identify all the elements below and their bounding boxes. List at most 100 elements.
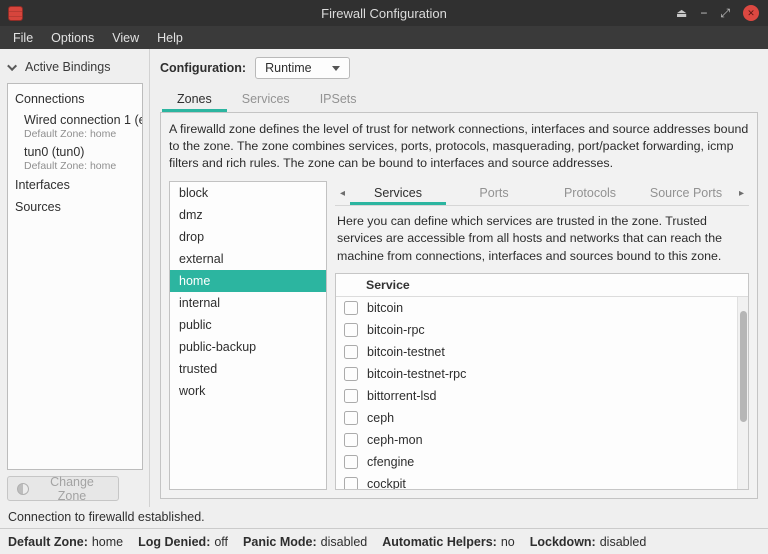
zone-row[interactable]: trusted [170, 358, 326, 380]
connection-default-zone: Default Zone: home [24, 160, 142, 172]
zone-list: block dmz drop external home internal pu… [169, 181, 327, 490]
service-checkbox[interactable] [344, 411, 358, 425]
service-label: bitcoin [367, 301, 403, 315]
zone-row-selected[interactable]: home [170, 270, 326, 292]
connection-default-zone: Default Zone: home [24, 128, 142, 140]
zone-detail-tabs: ◂ Services Ports Protocols Source Ports … [335, 181, 749, 206]
services-list: bitcoin bitcoin-rpc bitcoin-testnet [336, 297, 748, 490]
services-description: Here you can define which services are t… [337, 213, 747, 264]
dropdown-arrow-icon [332, 66, 340, 71]
status-message: Connection to firewalld established. [0, 507, 768, 528]
tab-zones[interactable]: Zones [162, 88, 227, 112]
zone-row[interactable]: drop [170, 226, 326, 248]
service-checkbox[interactable] [344, 323, 358, 337]
zone-row[interactable]: public-backup [170, 336, 326, 358]
service-checkbox[interactable] [344, 389, 358, 403]
change-zone-label: Change Zone [35, 475, 109, 503]
service-row[interactable]: bittorrent-lsd [336, 385, 748, 407]
keep-above-icon[interactable]: ⏏ [676, 7, 687, 19]
active-bindings-header[interactable]: Active Bindings [7, 55, 143, 79]
services-column-header[interactable]: Service [336, 274, 748, 297]
status-log-denied: Log Denied:off [138, 535, 228, 549]
service-label: bitcoin-testnet-rpc [367, 367, 466, 381]
service-checkbox[interactable] [344, 455, 358, 469]
titlebar-buttons: ⏏ − ⤢ ✕ [676, 5, 759, 21]
service-checkbox[interactable] [344, 345, 358, 359]
service-checkbox[interactable] [344, 433, 358, 447]
service-label: cockpit [367, 477, 406, 490]
service-checkbox[interactable] [344, 367, 358, 381]
configuration-value: Runtime [265, 61, 312, 75]
sidebar-item-connections[interactable]: Connections [8, 88, 142, 110]
service-label: bittorrent-lsd [367, 389, 436, 403]
status-panic-mode: Panic Mode:disabled [243, 535, 367, 549]
sidebar-item-sources[interactable]: Sources [8, 196, 142, 218]
menu-options[interactable]: Options [42, 28, 103, 48]
maximize-button[interactable]: ⤢ [720, 7, 730, 19]
services-scrollbar[interactable] [737, 297, 748, 489]
service-row[interactable]: ceph [336, 407, 748, 429]
service-row[interactable]: ceph-mon [336, 429, 748, 451]
configuration-row: Configuration: Runtime [160, 57, 758, 79]
main-tabs: Zones Services IPSets [160, 88, 758, 112]
tab-zone-source-ports[interactable]: Source Ports [638, 181, 734, 205]
service-row[interactable]: bitcoin-testnet-rpc [336, 363, 748, 385]
window-title: Firewall Configuration [321, 6, 447, 21]
status-default-zone: Default Zone:home [8, 535, 123, 549]
titlebar[interactable]: Firewall Configuration ⏏ − ⤢ ✕ [0, 0, 768, 26]
services-table: Service bitcoin bitcoin-rpc [335, 273, 749, 490]
status-automatic-helpers: Automatic Helpers:no [382, 535, 515, 549]
service-label: cfengine [367, 455, 414, 469]
menu-help[interactable]: Help [148, 28, 192, 48]
zone-row[interactable]: work [170, 380, 326, 402]
firewall-config-window: Firewall Configuration ⏏ − ⤢ ✕ File Opti… [0, 0, 768, 554]
bindings-list: Connections Wired connection 1 (en Defau… [7, 83, 143, 470]
service-checkbox[interactable] [344, 477, 358, 490]
menubar: File Options View Help [0, 26, 768, 49]
close-button[interactable]: ✕ [743, 5, 759, 21]
service-label: ceph-mon [367, 433, 423, 447]
minimize-button[interactable]: − [700, 7, 707, 19]
tab-scroll-left-icon[interactable]: ◂ [335, 181, 350, 205]
content-area: Active Bindings Connections Wired connec… [0, 49, 768, 507]
service-checkbox[interactable] [344, 301, 358, 315]
tab-scroll-right-icon[interactable]: ▸ [734, 181, 749, 205]
zone-detail-panel: ◂ Services Ports Protocols Source Ports … [335, 181, 749, 490]
service-row[interactable]: bitcoin-rpc [336, 319, 748, 341]
service-row[interactable]: bitcoin-testnet [336, 341, 748, 363]
zone-description: A firewalld zone defines the level of tr… [169, 121, 749, 172]
change-zone-button[interactable]: Change Zone [7, 476, 119, 501]
zone-row[interactable]: dmz [170, 204, 326, 226]
configuration-dropdown[interactable]: Runtime [255, 57, 350, 79]
zone-row[interactable]: public [170, 314, 326, 336]
service-label: ceph [367, 411, 394, 425]
connection-name: tun0 (tun0) [24, 145, 142, 159]
tab-zone-protocols[interactable]: Protocols [542, 181, 638, 205]
configuration-label: Configuration: [160, 61, 246, 75]
tab-services[interactable]: Services [227, 88, 305, 112]
status-lockdown: Lockdown:disabled [530, 535, 647, 549]
zone-row[interactable]: internal [170, 292, 326, 314]
menu-view[interactable]: View [103, 28, 148, 48]
sidebar-item-interfaces[interactable]: Interfaces [8, 174, 142, 196]
connection-name: Wired connection 1 (en [24, 113, 142, 127]
main-panel: Configuration: Runtime Zones Services IP… [150, 49, 768, 507]
service-row[interactable]: cfengine [336, 451, 748, 473]
service-row[interactable]: cockpit [336, 473, 748, 490]
change-zone-icon [17, 483, 29, 495]
scrollbar-thumb[interactable] [740, 311, 747, 423]
chevron-down-icon [7, 61, 17, 71]
zones-page: A firewalld zone defines the level of tr… [160, 112, 758, 499]
tab-ipsets[interactable]: IPSets [305, 88, 372, 112]
zone-row[interactable]: block [170, 182, 326, 204]
zone-row[interactable]: external [170, 248, 326, 270]
sidebar-item-tun0-connection[interactable]: tun0 (tun0) Default Zone: home [8, 142, 142, 174]
service-row[interactable]: bitcoin [336, 297, 748, 319]
tab-zone-ports[interactable]: Ports [446, 181, 542, 205]
active-bindings-label: Active Bindings [25, 60, 110, 74]
app-icon [8, 6, 23, 21]
menu-file[interactable]: File [4, 28, 42, 48]
zones-lower-area: block dmz drop external home internal pu… [169, 181, 749, 490]
tab-zone-services[interactable]: Services [350, 181, 446, 205]
sidebar-item-wired-connection[interactable]: Wired connection 1 (en Default Zone: hom… [8, 110, 142, 142]
